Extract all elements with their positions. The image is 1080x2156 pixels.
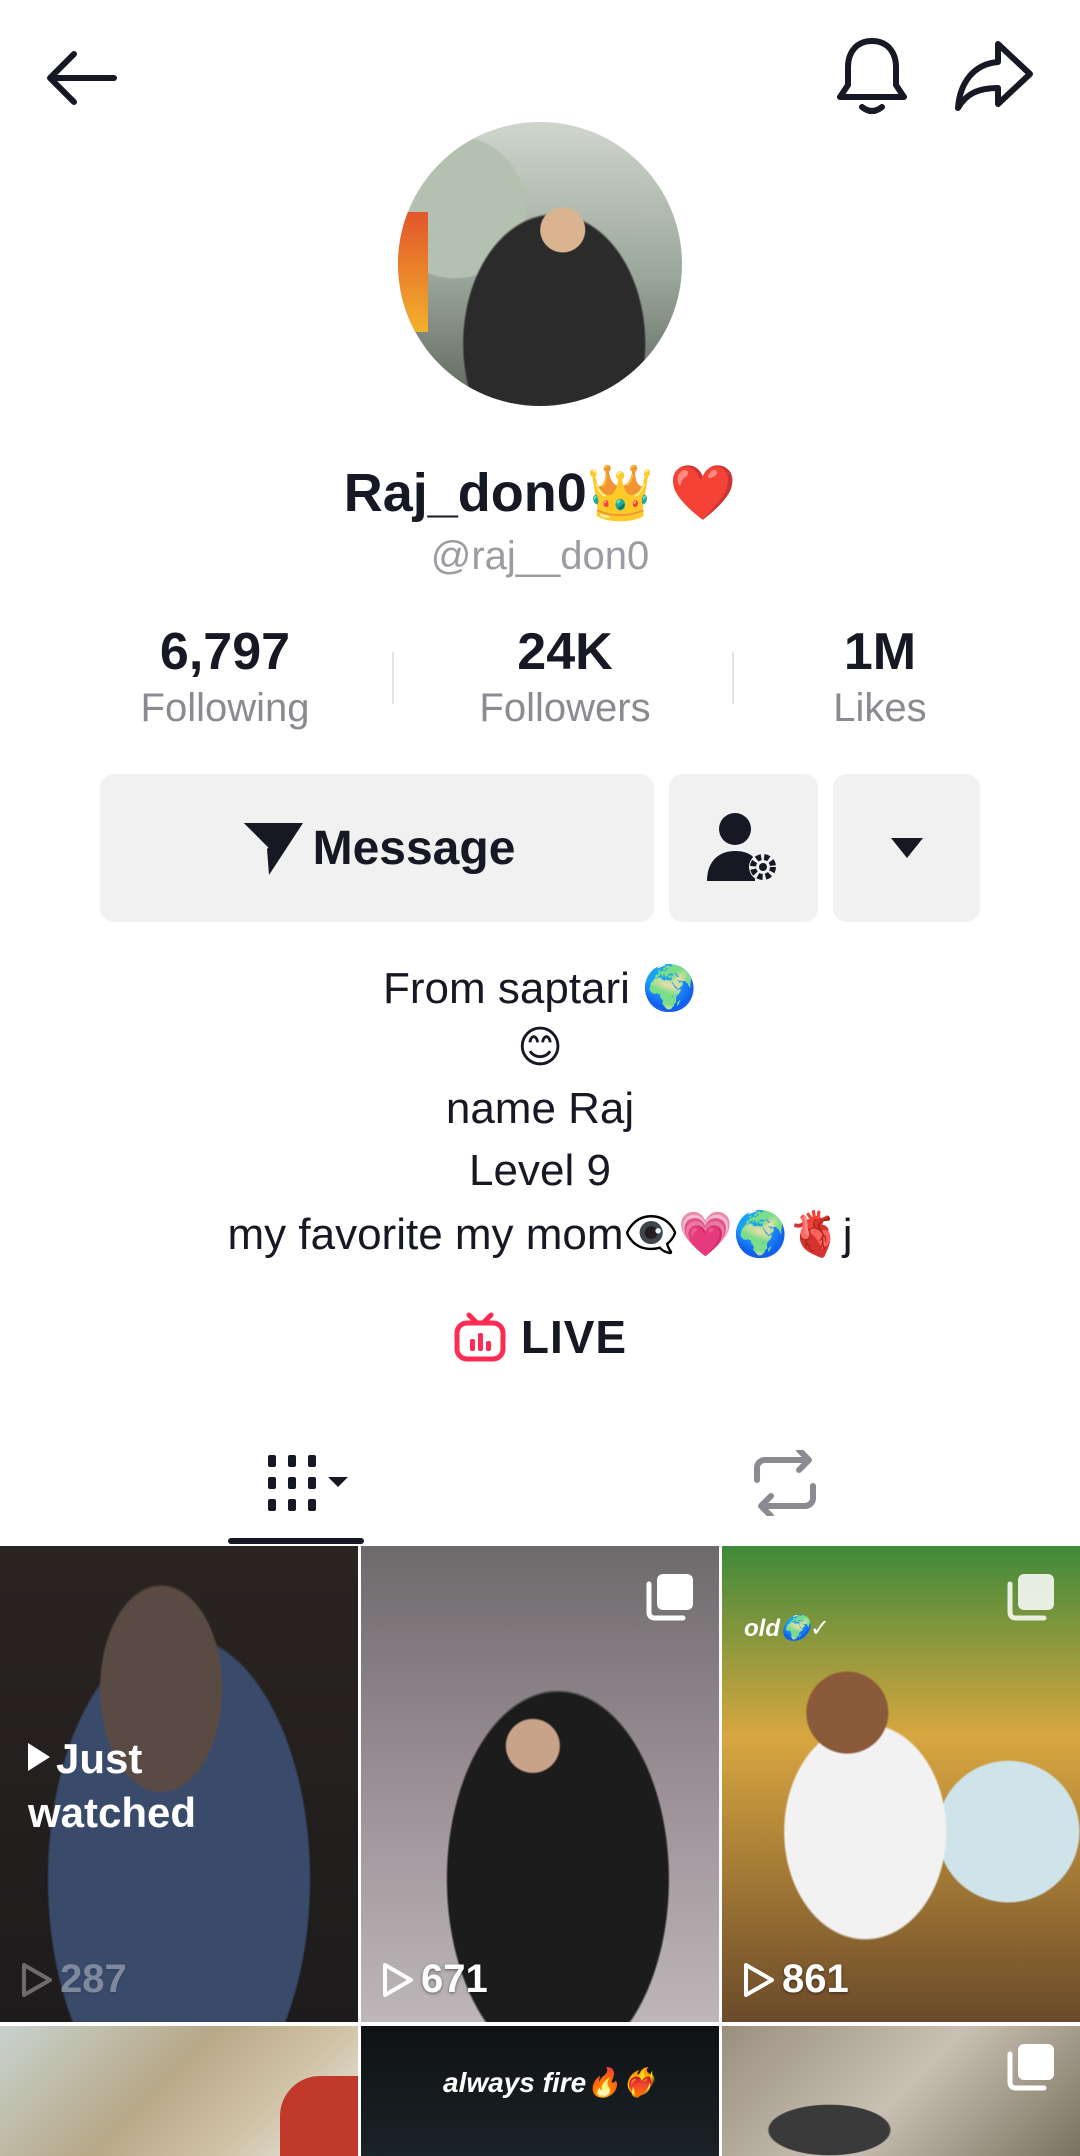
video-overlay-text: old🌍✓ (744, 1615, 830, 1642)
video-thumbnail[interactable]: Just watched 287 (0, 1546, 358, 2022)
bio-line: name Raj (445, 1084, 635, 1133)
just-watched-badge: Just watched (28, 1735, 197, 1836)
paper-plane-icon (239, 821, 303, 875)
active-tab-indicator (228, 1538, 364, 1544)
following-label: Following (140, 686, 310, 730)
following-count: 6,797 (159, 623, 291, 681)
arrow-left-icon (47, 51, 117, 105)
content-tabs (0, 1420, 1080, 1548)
video-thumbnail[interactable] (722, 2026, 1080, 2156)
more-options-button[interactable] (833, 774, 980, 922)
view-count: 671 (381, 1957, 488, 2002)
grid-videos-icon (268, 1455, 348, 1511)
tab-reposts[interactable] (540, 1420, 1030, 1546)
multi-photo-icon (1006, 1570, 1058, 1627)
view-count: 287 (20, 1957, 127, 2002)
video-thumbnail[interactable]: always fire🔥❤️‍🔥 (361, 2026, 719, 2156)
stat-followers[interactable]: 24K Followers (450, 622, 680, 731)
live-link[interactable]: LIVE (0, 1310, 1080, 1364)
profile-avatar[interactable] (398, 122, 682, 406)
stat-following[interactable]: 6,797 Following (110, 622, 340, 731)
followers-count: 24K (517, 623, 613, 681)
likes-label: Likes (833, 686, 927, 730)
followers-label: Followers (479, 686, 651, 730)
bio-line: my favorite my mom👁️‍🗨️💗🌍🫀j (227, 1210, 853, 1259)
triangle-down-icon (890, 838, 923, 858)
stat-likes[interactable]: 1M Likes (780, 622, 980, 731)
video-thumbnail[interactable]: old🌍✓ 861 (722, 1546, 1080, 2022)
view-count: 861 (742, 1957, 849, 2002)
multi-photo-icon (1006, 2040, 1058, 2097)
video-thumbnail[interactable]: 671 (361, 1546, 719, 2022)
play-outline-icon (22, 1962, 52, 1997)
repost-icon (754, 1450, 816, 1516)
bio-line: From saptari 🌍 (383, 964, 697, 1013)
notification-bell-button[interactable] (826, 30, 918, 122)
live-label: LIVE (520, 1311, 628, 1363)
message-button[interactable]: Message (100, 774, 654, 922)
likes-count: 1M (843, 623, 917, 681)
stat-divider (732, 652, 734, 704)
tab-videos[interactable] (26, 1420, 566, 1546)
share-button[interactable] (948, 30, 1040, 122)
multi-photo-icon (645, 1570, 697, 1627)
stat-divider (392, 652, 394, 704)
bio-line: Level 9 (469, 1146, 611, 1195)
play-outline-icon (383, 1962, 413, 1997)
display-name: Raj_don0👑 ❤️ (343, 463, 737, 523)
username-handle: @raj__don0 (430, 534, 650, 578)
video-overlay-text: always fire🔥❤️‍🔥 (443, 2067, 656, 2098)
user-gear-icon (706, 813, 777, 881)
share-arrow-icon (955, 41, 1033, 111)
play-outline-icon (744, 1962, 774, 1997)
back-button[interactable] (36, 36, 128, 120)
bio-line: 😊 (517, 1023, 563, 1072)
bell-icon (837, 38, 907, 114)
message-button-label: Message (312, 821, 516, 875)
tv-live-icon (454, 1312, 506, 1362)
user-settings-button[interactable] (669, 774, 818, 922)
video-thumbnail[interactable] (0, 2026, 358, 2156)
